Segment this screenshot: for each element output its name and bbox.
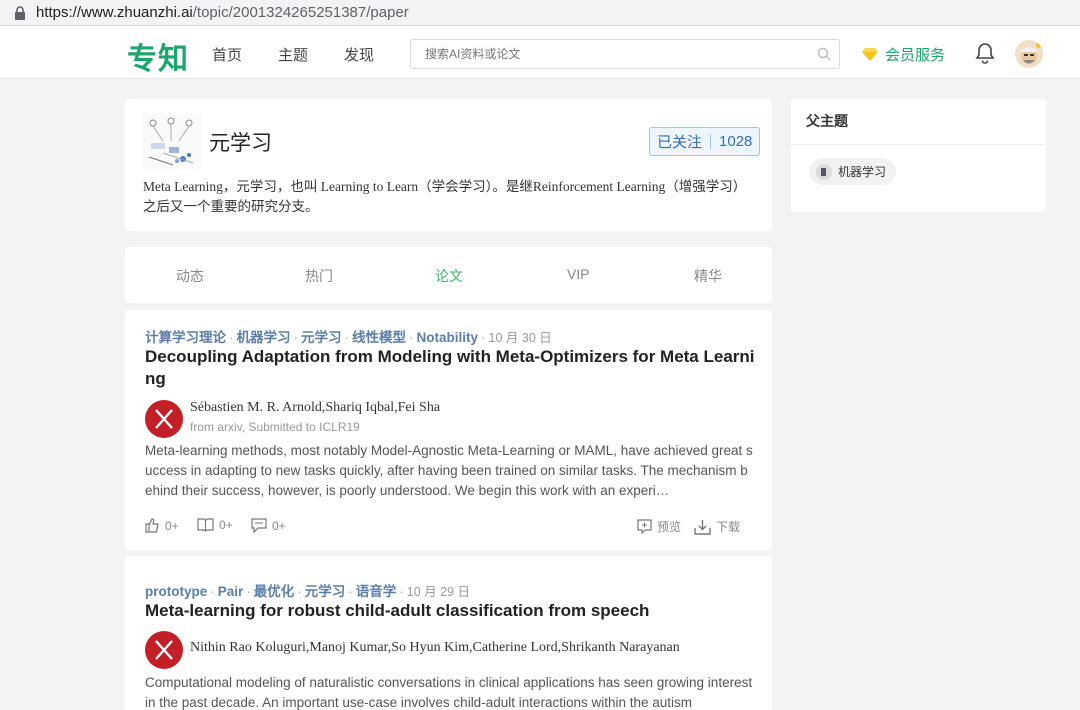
source-avatar [145,400,183,438]
paper-item: prototype · Pair · 最优化 · 元学习 · 语音学 · 10 月 29 日 Met… [125,556,772,710]
paper-tag[interactable]: 元学习 [301,330,342,345]
preview-icon [637,519,652,534]
site-logo[interactable]: 专知 [127,34,189,78]
like-button[interactable]: 0+ [145,518,179,533]
follow-count: 1028 [719,133,753,150]
paper-abstract: Computational modeling of naturalistic c… [145,675,753,710]
url-path: /topic/2001324265251387/paper [192,4,409,21]
search-box [410,39,840,69]
search-icon[interactable] [817,47,831,61]
topic-thumbnail [143,113,201,169]
paper-authors: Nithin Rao Koluguri,Manoj Kumar,So Hyun … [190,640,680,655]
topic-title: 元学习 [209,131,272,155]
nav-link-home[interactable]: 首页 [212,44,242,65]
paper-tags: 计算学习理论 · 机器学习 · 元学习 · 线性模型 · Notability · 10 月 30 … [145,330,552,345]
tab-featured[interactable]: 精华 [694,266,722,286]
paper-tag[interactable]: Notability [417,330,479,345]
parent-topic-label: 机器学习 [838,165,887,179]
paper-tag[interactable]: prototype [145,584,207,599]
topic-chip-icon [816,163,832,180]
arxiv-x-icon [155,409,173,429]
comment-count: 0+ [272,518,286,533]
notes-count: 0+ [219,518,233,532]
paper-abstract: Meta-learning methods, most notably Mode… [145,443,753,498]
paper-tags: prototype · Pair · 最优化 · 元学习 · 语音学 · 10 月 29 日 [145,584,471,599]
download-icon [694,519,711,535]
notes-button[interactable]: 0+ [197,518,233,532]
comment-button[interactable]: 0+ [251,518,286,533]
paper-item: 计算学习理论 · 机器学习 · 元学习 · 线性模型 · Notability · 10 月 30 … [125,310,772,550]
follow-separator [710,134,712,149]
paper-title[interactable]: Decoupling Adaptation from Modeling with… [145,346,757,390]
member-service-link[interactable]: 会员服务 [861,44,945,65]
paper-tag[interactable]: 机器学习 [237,330,291,345]
paper-date: 10 月 29 日 [406,585,471,599]
download-button[interactable]: 下载 [694,518,740,535]
download-label: 下载 [716,520,741,534]
source-avatar [145,631,183,669]
paper-tag[interactable]: 最优化 [254,584,295,599]
paper-tag[interactable]: 线性模型 [352,330,406,345]
parent-topic-chip[interactable]: 机器学习 [809,158,897,185]
follow-button[interactable]: 已关注 1028 [649,127,761,156]
nav-link-topics[interactable]: 主题 [278,44,308,65]
tab-hot[interactable]: 热门 [305,266,333,286]
paper-actions: 0+ 0+ 0+ 预览 下载 [145,518,745,538]
paper-source: from arxiv, Submitted to ICLR19 [190,420,360,434]
paper-title[interactable]: Meta-learning for robust child-adult cla… [145,600,757,622]
like-count: 0+ [165,518,179,533]
preview-button[interactable]: 预览 [637,518,681,535]
member-service-label: 会员服务 [885,47,946,64]
book-icon [197,518,214,532]
top-navigation: 专知 首页 主题 发现 会员服务 [0,26,1080,79]
arxiv-x-icon [155,640,173,660]
diamond-icon [862,48,878,61]
topic-tabs: 动态 热门 论文 VIP 精华 [125,247,772,303]
parent-topic-card: 父主题 机器学习 [791,99,1046,212]
lock-icon [14,5,26,20]
bell-icon[interactable] [975,42,995,69]
preview-label: 预览 [657,520,682,534]
topic-description: Meta Learning，元学习，也叫 Learning to Learn（学… [143,179,740,214]
divider [791,144,1046,145]
tab-vip[interactable]: VIP [567,266,590,282]
comment-icon [251,518,267,533]
paper-date: 10 月 30 日 [488,331,552,345]
paper-tag[interactable]: 语音学 [356,584,397,599]
tab-papers[interactable]: 论文 [435,266,463,286]
follow-label: 已关注 [657,134,703,151]
paper-tag[interactable]: 计算学习理论 [145,330,226,345]
browser-url-bar[interactable]: https://www.zhuanzhi.ai/topic/2001324265… [0,0,1080,26]
paper-tag[interactable]: Pair [218,584,244,599]
user-avatar[interactable] [1015,40,1043,68]
nav-link-discover[interactable]: 发现 [344,44,374,65]
parent-topic-heading: 父主题 [806,113,848,129]
search-input[interactable] [411,40,801,68]
tab-activity[interactable]: 动态 [176,266,204,286]
thumbs-up-icon [145,518,159,533]
topic-header-card: 元学习 已关注 1028 Meta Learning，元学习，也叫 Learni… [125,99,772,231]
paper-tag[interactable]: 元学习 [305,584,346,599]
paper-authors: Sébastien M. R. Arnold,Shariq Iqbal,Fei … [190,400,441,415]
url-host: https://www.zhuanzhi.ai [36,4,193,21]
